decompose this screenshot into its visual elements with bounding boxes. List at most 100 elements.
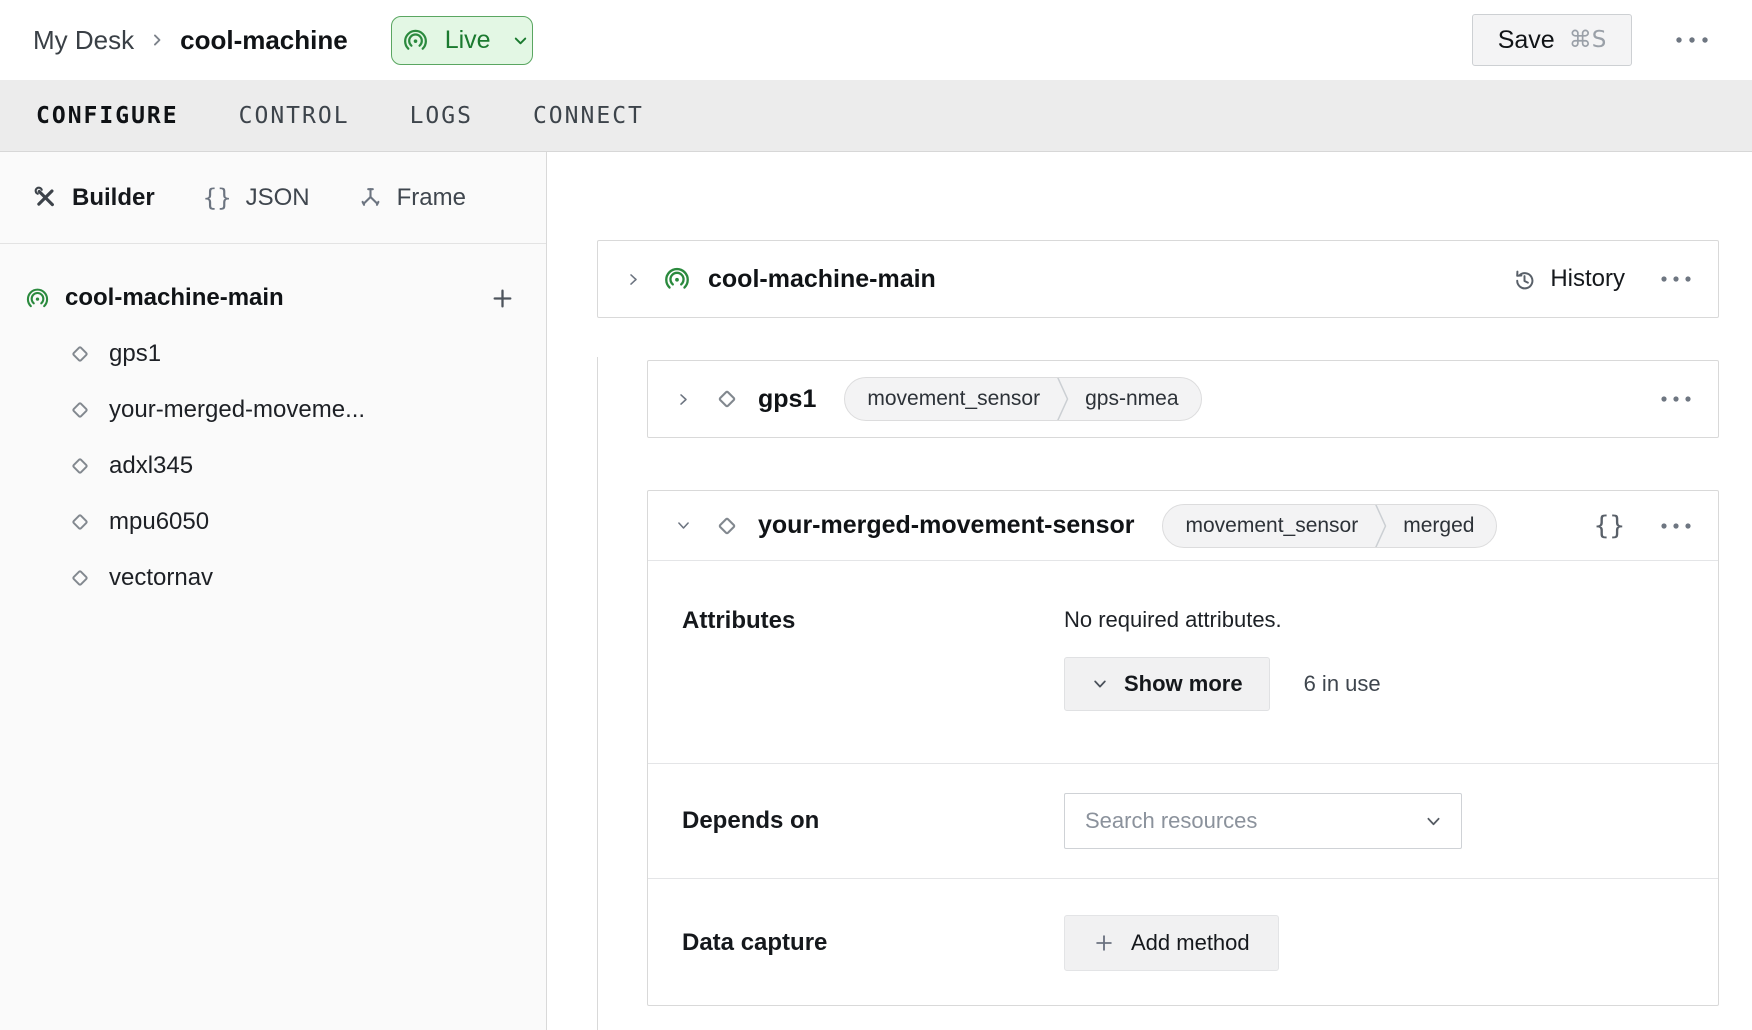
machine-status-badge[interactable]: Live	[391, 16, 533, 65]
live-broadcast-icon	[25, 286, 50, 311]
view-tab-label: JSON	[246, 184, 310, 212]
frame-axes-icon	[358, 185, 383, 210]
gps-card-title: gps1	[758, 385, 816, 414]
component-diamond-icon	[67, 341, 93, 367]
tree-item-mpu6050[interactable]: mpu6050	[0, 494, 546, 550]
live-broadcast-icon	[663, 265, 691, 293]
tree-root-label: cool-machine-main	[65, 284, 284, 312]
breadcrumb-parent-link[interactable]: My Desk	[33, 25, 134, 56]
add-method-button[interactable]: Add method	[1064, 915, 1279, 971]
search-resources-input[interactable]	[1085, 808, 1424, 834]
component-diamond-icon	[67, 509, 93, 535]
merged-sensor-header: your-merged-movement-sensor movement_sen…	[648, 491, 1718, 561]
sensor-card-menu-button[interactable]	[1659, 521, 1693, 531]
depends-on-label: Depends on	[682, 807, 1064, 835]
ellipsis-icon	[1659, 274, 1693, 284]
machine-config-page: My Desk cool-machine Live Save ⌘	[0, 0, 1752, 1030]
component-diamond-icon	[67, 453, 93, 479]
add-component-button[interactable]	[490, 286, 515, 311]
tab-control[interactable]: CONTROL	[239, 103, 350, 129]
machine-name: cool-machine	[180, 25, 348, 56]
save-button[interactable]: Save ⌘S	[1472, 14, 1632, 66]
topbar: My Desk cool-machine Live Save ⌘	[0, 0, 1752, 80]
component-diamond-icon	[67, 565, 93, 591]
data-capture-label: Data capture	[682, 929, 1064, 957]
plus-icon	[490, 286, 515, 311]
show-more-button[interactable]: Show more	[1064, 657, 1270, 711]
live-broadcast-icon	[402, 27, 429, 54]
ellipsis-icon	[1674, 34, 1710, 46]
attributes-label: Attributes	[682, 607, 1064, 635]
view-tab-label: Frame	[397, 184, 466, 212]
show-more-label: Show more	[1124, 671, 1243, 697]
attributes-content: No required attributes. Show more 6 in u…	[1064, 607, 1381, 711]
chevron-down-icon	[511, 31, 530, 50]
resource-tree: cool-machine-main gps1 your-merged-movem…	[0, 244, 546, 606]
component-type-tags: movement_sensor merged	[1162, 504, 1497, 548]
tools-icon	[33, 185, 58, 210]
tree-item-adxl345[interactable]: adxl345	[0, 438, 546, 494]
merged-sensor-title: your-merged-movement-sensor	[758, 511, 1134, 540]
tree-item-gps1[interactable]: gps1	[0, 326, 546, 382]
save-button-label: Save	[1498, 26, 1555, 55]
expand-chevron-right-icon[interactable]	[675, 391, 692, 408]
topbar-actions: Save ⌘S	[1472, 14, 1710, 66]
tree-item-vectornav[interactable]: vectornav	[0, 550, 546, 606]
breadcrumb-chevron-icon	[147, 30, 167, 50]
plus-icon	[1093, 932, 1115, 954]
tag-separator-icon	[1374, 504, 1387, 548]
collapse-chevron-down-icon[interactable]	[675, 517, 692, 534]
component-diamond-icon	[713, 512, 741, 540]
tab-configure[interactable]: CONFIGURE	[36, 103, 179, 129]
component-diamond-icon	[67, 397, 93, 423]
config-view-switcher: Builder {} JSON Frame	[0, 152, 546, 244]
chevron-down-icon	[1424, 812, 1443, 831]
tree-item-label: vectornav	[109, 564, 213, 592]
depends-on-section: Depends on	[648, 763, 1718, 878]
history-clock-icon	[1512, 267, 1537, 292]
ellipsis-icon	[1659, 394, 1693, 404]
tab-logs[interactable]: LOGS	[410, 103, 473, 129]
live-status-label: Live	[445, 26, 491, 55]
component-type-tags: movement_sensor gps-nmea	[844, 377, 1201, 421]
edit-json-button[interactable]: {}	[1594, 511, 1625, 541]
tree-item-label: gps1	[109, 340, 161, 368]
topbar-overflow-menu-button[interactable]	[1674, 34, 1710, 46]
tag-model: merged	[1403, 514, 1474, 538]
history-button[interactable]: History	[1512, 265, 1625, 293]
chevron-down-icon	[1091, 675, 1109, 693]
nesting-connector-line	[597, 357, 598, 1030]
gps-card-menu-button[interactable]	[1659, 394, 1693, 404]
save-shortcut-hint: ⌘S	[1569, 27, 1607, 53]
braces-icon: {}	[203, 184, 232, 212]
tag-separator-icon	[1056, 377, 1069, 421]
tree-item-merged-sensor[interactable]: your-merged-moveme...	[0, 382, 546, 438]
attributes-in-use-count: 6 in use	[1304, 671, 1381, 697]
view-tab-frame[interactable]: Frame	[358, 184, 466, 212]
expand-chevron-right-icon[interactable]	[625, 271, 642, 288]
main-nav-tabs: CONFIGURE CONTROL LOGS CONNECT	[0, 80, 1752, 152]
tree-item-machine-part[interactable]: cool-machine-main	[0, 270, 546, 326]
add-method-label: Add method	[1131, 930, 1250, 956]
breadcrumb: My Desk cool-machine	[33, 25, 348, 56]
tree-item-label: your-merged-moveme...	[109, 396, 365, 424]
depends-on-select[interactable]	[1064, 793, 1462, 849]
view-tab-json[interactable]: {} JSON	[203, 184, 310, 212]
gps1-component-card: gps1 movement_sensor gps-nmea	[647, 360, 1719, 438]
part-card-menu-button[interactable]	[1659, 274, 1693, 284]
view-tab-builder[interactable]: Builder	[33, 184, 155, 212]
tab-connect[interactable]: CONNECT	[533, 103, 644, 129]
part-card-title: cool-machine-main	[708, 265, 936, 294]
machine-part-card: cool-machine-main History	[597, 240, 1719, 318]
component-diamond-icon	[713, 385, 741, 413]
history-button-label: History	[1550, 265, 1625, 293]
tree-item-label: mpu6050	[109, 508, 209, 536]
tree-item-label: adxl345	[109, 452, 193, 480]
attributes-section: Attributes No required attributes. Show …	[648, 561, 1718, 763]
tag-api-type: movement_sensor	[1185, 514, 1358, 538]
config-sidebar: Builder {} JSON Frame	[0, 152, 547, 1030]
tag-api-type: movement_sensor	[867, 387, 1040, 411]
tag-model: gps-nmea	[1085, 387, 1178, 411]
view-tab-label: Builder	[72, 184, 155, 212]
merged-sensor-card: your-merged-movement-sensor movement_sen…	[647, 490, 1719, 1006]
